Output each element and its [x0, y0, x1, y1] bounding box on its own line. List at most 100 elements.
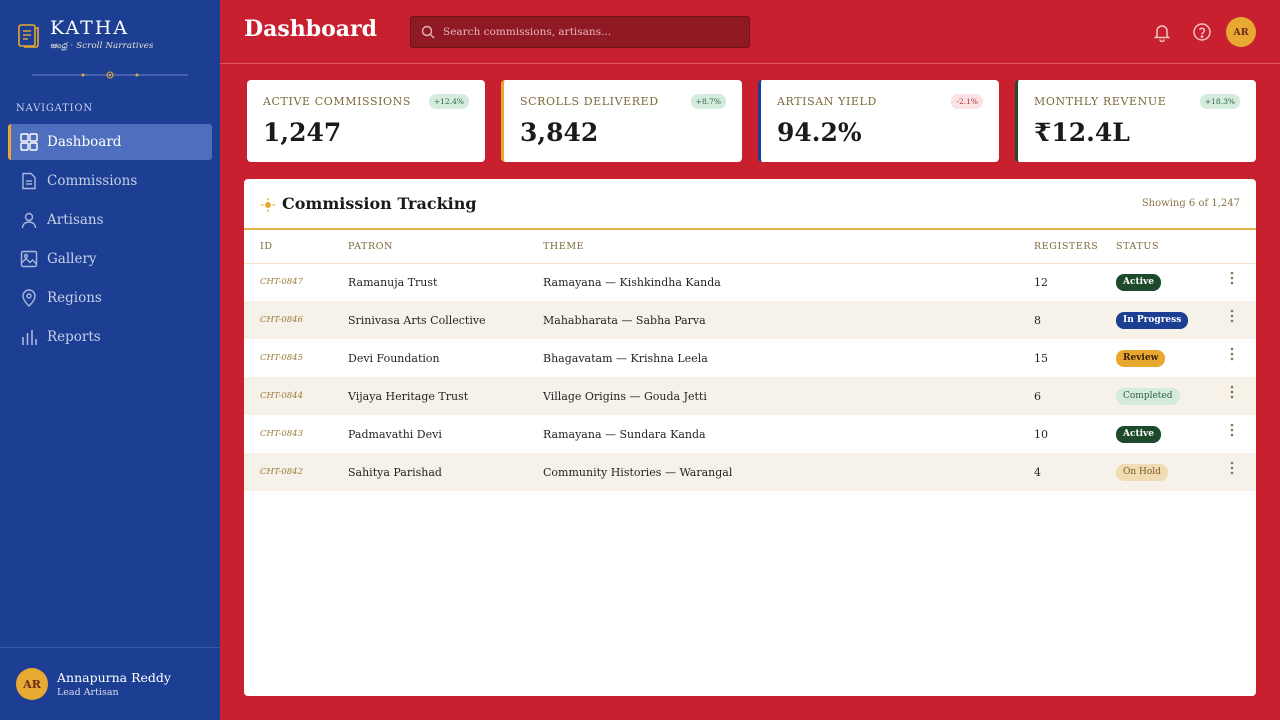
theme-cell: Community Histories — Warangal — [543, 465, 733, 479]
search-bar[interactable] — [410, 16, 750, 48]
user-profile[interactable]: AR Annapurna Reddy Lead Artisan — [0, 647, 220, 720]
more-options-icon[interactable] — [1226, 385, 1238, 399]
document-icon — [22, 172, 36, 190]
patron-cell: Ramanuja Trust — [348, 275, 438, 289]
stat-label: Artisan Yield — [777, 95, 877, 108]
actions-cell — [1216, 301, 1256, 339]
sidebar-item-commissions[interactable]: Commissions — [8, 163, 212, 199]
panel-title: Commission Tracking — [282, 194, 477, 213]
user-role: Lead Artisan — [57, 687, 119, 698]
stat-value: 1,247 — [263, 118, 342, 147]
more-options-icon[interactable] — [1226, 309, 1238, 323]
table-row[interactable]: CHT-0843 Padmavathi Devi Ramayana — Sundar… — [244, 415, 1256, 453]
user-icon — [21, 212, 37, 229]
actions-cell — [1216, 415, 1256, 453]
status-badge: Review — [1116, 349, 1166, 367]
commission-id[interactable]: CHT-0842 — [244, 453, 348, 491]
stat-card-artisan-yield[interactable]: Artisan Yield -2.1% 94.2% — [758, 80, 999, 162]
bell-icon[interactable] — [1152, 22, 1172, 42]
column-header-status[interactable]: STATUS — [1116, 230, 1216, 263]
more-options-icon[interactable] — [1226, 461, 1238, 475]
brand-tagline: ఆంధ్ర · Scroll Narratives — [50, 41, 154, 51]
result-count: Showing 6 of 1,247 — [1141, 198, 1240, 209]
sidebar-item-dashboard[interactable]: Dashboard — [8, 124, 212, 160]
more-options-icon[interactable] — [1226, 347, 1238, 361]
sidebar-item-label: Artisans — [47, 212, 104, 228]
registers-cell: 10 — [1034, 427, 1048, 441]
avatar: AR — [16, 668, 48, 700]
table-row[interactable]: CHT-0844 Vijaya Heritage Trust Village Ori… — [244, 377, 1256, 415]
column-header-actions — [1216, 230, 1256, 263]
patron-cell: Devi Foundation — [348, 351, 440, 365]
stat-change-badge: -2.1% — [951, 94, 983, 109]
search-icon — [421, 25, 435, 39]
theme-cell: Ramayana — Sundara Kanda — [543, 427, 706, 441]
table-row[interactable]: CHT-0846 Srinivasa Arts Collective Mahabha… — [244, 301, 1256, 339]
patron-cell: Padmavathi Devi — [348, 427, 442, 441]
table-row[interactable]: CHT-0845 Devi Foundation Bhagavatam — Kris… — [244, 339, 1256, 377]
sidebar-item-label: Gallery — [47, 251, 97, 267]
panel-header: Commission Tracking Showing 6 of 1,247 — [244, 179, 1256, 230]
actions-cell — [1216, 453, 1256, 491]
stat-label: Active Commissions — [263, 95, 412, 108]
nav-heading: NAVIGATION — [16, 103, 93, 114]
page-title: Dashboard — [244, 16, 377, 42]
registers-cell: 6 — [1034, 389, 1041, 403]
brand-name: KATHA — [50, 17, 130, 39]
sidebar-item-label: Dashboard — [47, 134, 122, 150]
status-cell: Completed — [1116, 377, 1216, 415]
commission-id[interactable]: CHT-0845 — [244, 339, 348, 377]
stat-card-scrolls-delivered[interactable]: Scrolls Delivered +8.7% 3,842 — [501, 80, 742, 162]
search-input[interactable] — [443, 26, 733, 38]
stat-value: 94.2% — [777, 118, 862, 147]
header-avatar[interactable]: AR — [1226, 17, 1256, 47]
column-header-registers[interactable]: REGISTERS — [1034, 230, 1116, 263]
user-name: Annapurna Reddy — [57, 670, 171, 685]
sun-ornament-icon — [261, 198, 275, 212]
actions-cell — [1216, 377, 1256, 415]
patron-cell: Srinivasa Arts Collective — [348, 313, 486, 327]
status-badge: On Hold — [1116, 463, 1168, 481]
stat-card-monthly-revenue[interactable]: Monthly Revenue +18.3% ₹12.4L — [1015, 80, 1256, 162]
top-header: Dashboard AR — [220, 0, 1280, 64]
sidebar-item-gallery[interactable]: Gallery — [8, 241, 212, 277]
table-row[interactable]: CHT-0847 Ramanuja Trust Ramayana — Kishkin… — [244, 263, 1256, 301]
status-cell: Active — [1116, 415, 1216, 453]
column-header-id[interactable]: ID — [244, 230, 348, 263]
table-row[interactable]: CHT-0842 Sahitya Parishad Community Histor… — [244, 453, 1256, 491]
bar-chart-icon — [22, 330, 37, 345]
grid-icon — [20, 133, 38, 151]
status-badge: Completed — [1116, 387, 1180, 405]
stat-card-active-commissions[interactable]: Active Commissions +12.4% 1,247 — [247, 80, 485, 162]
registers-cell: 4 — [1034, 465, 1041, 479]
stat-change-badge: +12.4% — [428, 94, 469, 109]
commission-id[interactable]: CHT-0843 — [244, 415, 348, 453]
table-header-row: ID PATRON THEME REGISTERS STATUS — [244, 230, 1256, 263]
stat-value: ₹12.4L — [1034, 118, 1130, 147]
theme-cell: Mahabharata — Sabha Parva — [543, 313, 706, 327]
status-badge: Active — [1116, 273, 1161, 291]
sidebar-item-label: Commissions — [47, 173, 138, 189]
commission-tracking-panel: Commission Tracking Showing 6 of 1,247 I… — [244, 179, 1256, 696]
column-header-theme[interactable]: THEME — [543, 230, 1034, 263]
help-icon[interactable] — [1192, 22, 1212, 42]
commission-id[interactable]: CHT-0846 — [244, 301, 348, 339]
more-options-icon[interactable] — [1226, 271, 1238, 285]
theme-cell: Ramayana — Kishkindha Kanda — [543, 275, 721, 289]
registers-cell: 15 — [1034, 351, 1048, 365]
stat-label: Scrolls Delivered — [520, 95, 659, 108]
actions-cell — [1216, 263, 1256, 301]
sidebar-item-regions[interactable]: Regions — [8, 280, 212, 316]
brand[interactable]: KATHA ఆంధ్ర · Scroll Narratives — [18, 18, 154, 53]
sidebar-item-artisans[interactable]: Artisans — [8, 202, 212, 238]
sidebar-item-reports[interactable]: Reports — [8, 319, 212, 355]
registers-cell: 12 — [1034, 275, 1048, 289]
commission-id[interactable]: CHT-0844 — [244, 377, 348, 415]
more-options-icon[interactable] — [1226, 423, 1238, 437]
column-header-patron[interactable]: PATRON — [348, 230, 543, 263]
commission-id[interactable]: CHT-0847 — [244, 263, 348, 301]
status-cell: In Progress — [1116, 301, 1216, 339]
registers-cell: 8 — [1034, 313, 1041, 327]
image-icon — [20, 250, 38, 268]
status-cell: Review — [1116, 339, 1216, 377]
